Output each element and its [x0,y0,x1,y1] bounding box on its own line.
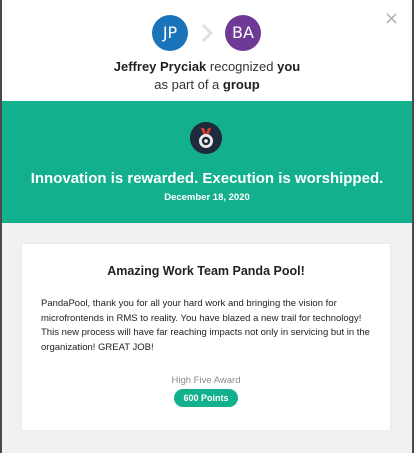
award-message: PandaPool, thank you for all your hard w… [41,298,370,353]
recognition-date: December 18, 2020 [164,192,250,203]
points-badge: 600 Points [174,389,238,407]
recognition-modal: × JP BA Jeffrey Pryciak recognized you a… [2,0,412,453]
part-of-text: as part of a [154,77,223,92]
award-title: Amazing Work Team Panda Pool! [107,264,305,278]
card-area: Amazing Work Team Panda Pool! PandaPool,… [2,223,412,453]
giver-avatar[interactable]: JP [152,15,188,51]
value-banner: Innovation is rewarded. Execution is wor… [2,101,412,223]
award-card: Amazing Work Team Panda Pool! PandaPool,… [22,244,390,430]
medal-icon [190,122,222,154]
you-text: you [277,59,301,74]
award-type: High Five Award [171,375,241,386]
giver-name[interactable]: Jeffrey Pryciak [114,59,207,74]
group-text: group [222,77,260,92]
avatar-row: JP BA [2,15,412,53]
company-value-quote: Innovation is rewarded. Execution is wor… [30,170,384,187]
recognized-text: recognized [206,59,278,74]
receiver-avatar[interactable]: BA [225,15,261,51]
chevron-right-icon [201,23,214,43]
recognition-summary: Jeffrey Pryciak recognized you as part o… [2,58,412,94]
